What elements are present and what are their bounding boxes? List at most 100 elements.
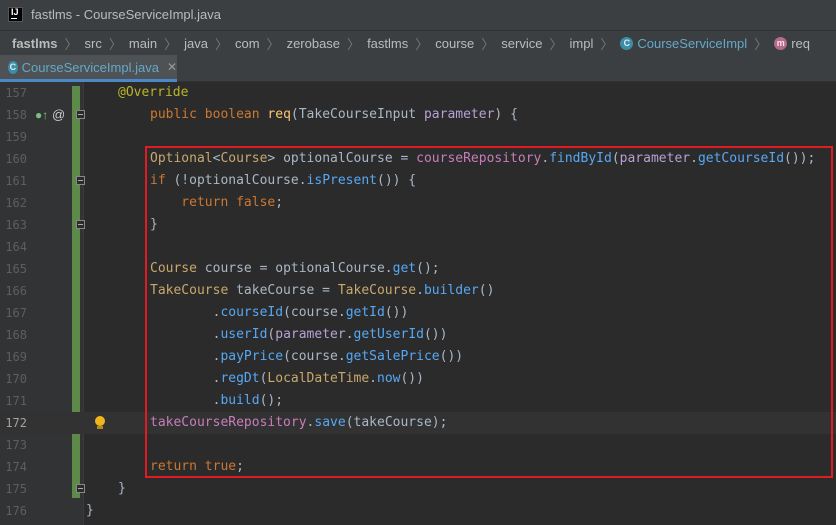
code-token: (course.	[283, 349, 346, 364]
code-token: userId	[220, 327, 268, 342]
code-text: }	[86, 500, 94, 522]
breadcrumb-item-zerobase[interactable]: zerobase	[287, 36, 340, 51]
fold-icon[interactable]	[76, 484, 85, 493]
code-text: return false;	[150, 192, 283, 214]
code-token: .	[416, 283, 424, 298]
code-line[interactable]: 164	[0, 236, 836, 258]
line-number: 166	[5, 284, 27, 298]
code-line[interactable]: 162 return false;	[0, 192, 836, 214]
code-line[interactable]: 166 TakeCourse takeCourse = TakeCourse.bu…	[0, 280, 836, 302]
close-icon[interactable]: ✕	[167, 60, 177, 74]
code-token: ) {	[494, 107, 518, 122]
code-line[interactable]: 175}	[0, 478, 836, 500]
code-line[interactable]: 169 .payPrice(course.getSalePrice())	[0, 346, 836, 368]
code-token: save	[314, 415, 346, 430]
line-number: 161	[5, 174, 27, 188]
chevron-right-icon: 〉	[108, 36, 122, 52]
fold-icon[interactable]	[76, 176, 85, 185]
fold-icon[interactable]	[76, 220, 85, 229]
code-token: build	[220, 393, 260, 408]
breadcrumb-item-course[interactable]: course	[435, 36, 474, 51]
code-line[interactable]: 165 Course course = optionalCourse.get();	[0, 258, 836, 280]
line-number: 159	[5, 130, 27, 144]
line-number: 160	[5, 152, 27, 166]
code-token: true	[204, 459, 237, 474]
code-line[interactable]: 159	[0, 126, 836, 148]
code-token: LocalDateTime	[267, 371, 370, 386]
line-number: 172	[5, 416, 27, 430]
code-line[interactable]: 163}	[0, 214, 836, 236]
code-text: .courseId(course.getId())	[150, 302, 409, 324]
code-token: parameter	[423, 107, 495, 122]
code-token: req	[267, 107, 291, 122]
lightbulb-icon[interactable]	[94, 416, 106, 430]
breadcrumb-item-service[interactable]: service	[501, 36, 542, 51]
breadcrumb-item-com[interactable]: com	[235, 36, 260, 51]
code-token: boolean	[204, 107, 268, 122]
line-number: 171	[5, 394, 27, 408]
class-icon: C	[620, 36, 634, 50]
code-text: .userId(parameter.getUserId())	[150, 324, 448, 346]
tab-courseserviceimpl[interactable]: C CourseServiceImpl.java ✕	[0, 55, 177, 82]
code-text: @Override	[118, 82, 188, 104]
code-token: courseRepository	[416, 151, 542, 166]
breadcrumb-item-java[interactable]: java	[184, 36, 208, 51]
code-token: ()	[478, 283, 495, 298]
breadcrumb-item-src[interactable]: src	[85, 36, 102, 51]
breadcrumb-item-main[interactable]: main	[129, 36, 157, 51]
code-token: ;	[236, 459, 244, 474]
code-token: .	[690, 151, 698, 166]
code-token: ;	[275, 195, 284, 210]
chevron-right-icon: 〉	[481, 36, 495, 52]
code-line[interactable]: 174 return true;	[0, 456, 836, 478]
code-token: return	[150, 195, 237, 210]
override-icon[interactable]: ●↑	[35, 107, 48, 123]
code-token: (course.	[283, 305, 346, 320]
code-line[interactable]: 176}	[0, 500, 836, 522]
breadcrumb-item-project[interactable]: fastlms	[12, 36, 58, 51]
code-line[interactable]: 171 .build();	[0, 390, 836, 412]
code-token: ())	[423, 327, 448, 342]
code-text: Optional<Course> optionalCourse = course…	[150, 148, 815, 170]
line-number: 174	[5, 460, 27, 474]
line-number: 162	[5, 196, 27, 210]
chevron-right-icon: 〉	[415, 36, 429, 52]
line-number: 157	[5, 86, 27, 100]
code-line[interactable]: 170 .regDt(LocalDateTime.now())	[0, 368, 836, 390]
code-line[interactable]: 161 if (!optionalCourse.isPresent()) {	[0, 170, 836, 192]
code-text: public boolean req(TakeCourseInput param…	[150, 104, 518, 126]
line-number: 173	[5, 438, 27, 452]
line-number: 170	[5, 372, 27, 386]
code-token: public	[150, 107, 205, 122]
code-token: > optionalCourse =	[267, 151, 417, 166]
code-editor[interactable]: 157 @Override 158 ●↑ @ public boolean req(Tak…	[0, 82, 836, 525]
code-line[interactable]: 160 Optional<Course> optionalCourse = cou…	[0, 148, 836, 170]
line-number: 158	[5, 108, 27, 122]
code-line[interactable]: 157 @Override	[0, 82, 836, 104]
breadcrumb: fastlms 〉 src 〉 main 〉 java 〉 com 〉 zerobase 〉…	[0, 30, 836, 55]
code-token: builder	[423, 283, 479, 298]
code-line[interactable]: 172 takeCourseRepository.save(takeCourse)…	[0, 412, 836, 434]
code-line[interactable]: 167 .courseId(course.getId())	[0, 302, 836, 324]
code-token: }	[150, 217, 158, 232]
breadcrumb-item-impl[interactable]: impl	[570, 36, 594, 51]
code-line[interactable]: 158 ●↑ @ public boolean req(TakeCourseInput…	[0, 104, 836, 126]
code-token: return	[150, 459, 205, 474]
line-number: 165	[5, 262, 27, 276]
breadcrumb-item-fastlms[interactable]: fastlms	[367, 36, 408, 51]
code-token: getCourseId	[697, 151, 785, 166]
code-token: (takeCourse);	[345, 415, 448, 430]
code-token: course = optionalCourse.	[204, 261, 393, 276]
annotation-icon[interactable]: @	[52, 107, 65, 123]
code-line[interactable]: 173	[0, 434, 836, 456]
fold-icon[interactable]	[76, 110, 85, 119]
code-token: ())	[439, 349, 464, 364]
line-number: 163	[5, 218, 27, 232]
breadcrumb-item-class[interactable]: C CourseServiceImpl	[620, 36, 747, 51]
code-token: .	[150, 349, 221, 364]
breadcrumb-item-method[interactable]: m req	[774, 36, 810, 51]
code-line[interactable]: 168 .userId(parameter.getUserId())	[0, 324, 836, 346]
line-number: 176	[5, 504, 27, 518]
code-token: getId	[345, 305, 385, 320]
code-token: ())	[384, 305, 409, 320]
